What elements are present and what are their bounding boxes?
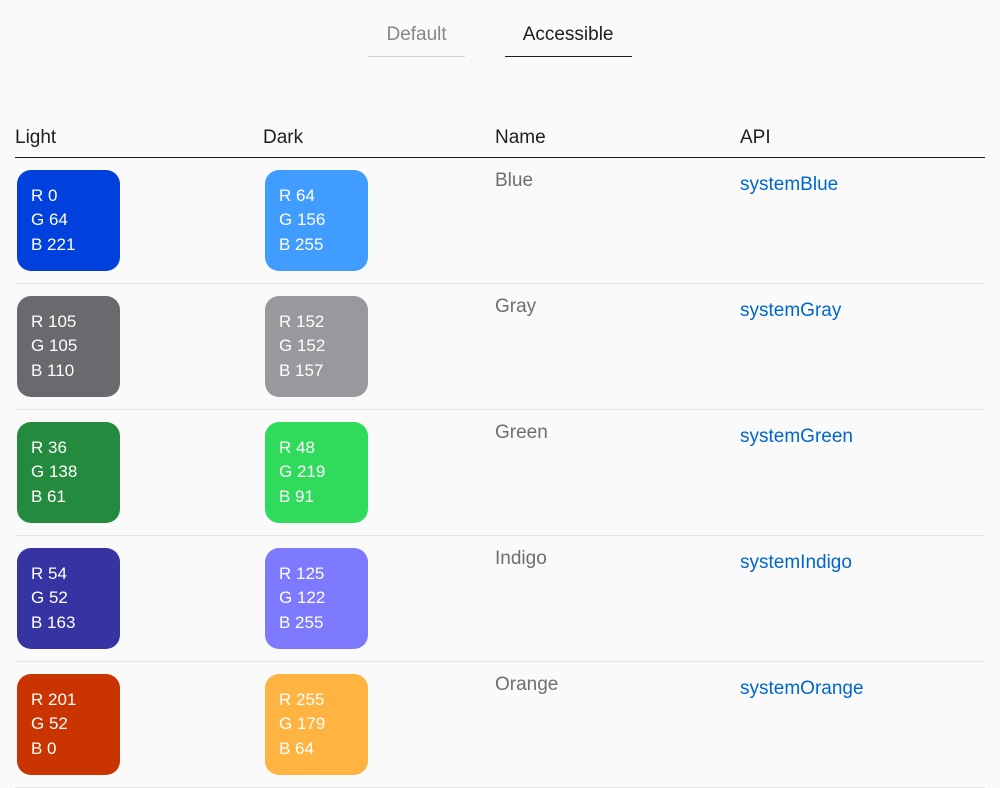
swatch-b: B 163: [31, 611, 106, 636]
color-name: Gray: [495, 292, 536, 317]
swatch-r: R 36: [31, 436, 106, 461]
swatch-g: G 52: [31, 586, 106, 611]
swatch-g: G 105: [31, 334, 106, 359]
table-row: R 201 G 52 B 0 R 255 G 179 B 64 Orange s…: [15, 662, 985, 788]
tabs: Default Accessible: [0, 0, 1000, 65]
swatch-r: R 0: [31, 184, 106, 209]
table-row: R 105 G 105 B 110 R 152 G 152 B 157 Gray…: [15, 284, 985, 410]
swatch-b: B 255: [279, 233, 354, 258]
header-name: Name: [495, 127, 740, 149]
swatch-g: G 219: [279, 460, 354, 485]
swatch-b: B 61: [31, 485, 106, 510]
swatch-r: R 201: [31, 688, 106, 713]
swatch-g: G 138: [31, 460, 106, 485]
swatch-r: R 152: [279, 310, 354, 335]
swatch-dark: R 48 G 219 B 91: [265, 422, 368, 523]
header-dark: Dark: [263, 127, 495, 149]
table-row: R 0 G 64 B 221 R 64 G 156 B 255 Blue sys…: [15, 158, 985, 284]
swatch-g: G 156: [279, 208, 354, 233]
tab-default[interactable]: Default: [368, 18, 464, 57]
swatch-b: B 91: [279, 485, 354, 510]
swatch-r: R 125: [279, 562, 354, 587]
swatch-light: R 105 G 105 B 110: [17, 296, 120, 397]
swatch-g: G 152: [279, 334, 354, 359]
color-name: Green: [495, 418, 548, 443]
swatch-b: B 255: [279, 611, 354, 636]
api-link[interactable]: systemIndigo: [740, 548, 852, 574]
table-header-row: Light Dark Name API: [15, 127, 985, 158]
swatch-g: G 179: [279, 712, 354, 737]
color-table: Light Dark Name API R 0 G 64 B 221 R 64 …: [0, 127, 1000, 788]
swatch-b: B 221: [31, 233, 106, 258]
swatch-b: B 110: [31, 359, 106, 384]
swatch-g: G 52: [31, 712, 106, 737]
swatch-light: R 201 G 52 B 0: [17, 674, 120, 775]
api-link[interactable]: systemGreen: [740, 422, 853, 448]
swatch-r: R 64: [279, 184, 354, 209]
swatch-r: R 255: [279, 688, 354, 713]
color-name: Blue: [495, 166, 533, 191]
swatch-light: R 54 G 52 B 163: [17, 548, 120, 649]
swatch-dark: R 152 G 152 B 157: [265, 296, 368, 397]
api-link[interactable]: systemBlue: [740, 170, 838, 196]
header-light: Light: [15, 127, 263, 149]
table-row: R 36 G 138 B 61 R 48 G 219 B 91 Green sy…: [15, 410, 985, 536]
swatch-b: B 0: [31, 737, 106, 762]
table-row: R 54 G 52 B 163 R 125 G 122 B 255 Indigo…: [15, 536, 985, 662]
api-link[interactable]: systemGray: [740, 296, 841, 322]
swatch-light: R 0 G 64 B 221: [17, 170, 120, 271]
header-api: API: [740, 127, 985, 149]
swatch-r: R 48: [279, 436, 354, 461]
swatch-dark: R 64 G 156 B 255: [265, 170, 368, 271]
swatch-r: R 54: [31, 562, 106, 587]
tab-accessible[interactable]: Accessible: [505, 18, 632, 57]
swatch-b: B 157: [279, 359, 354, 384]
swatch-dark: R 125 G 122 B 255: [265, 548, 368, 649]
api-link[interactable]: systemOrange: [740, 674, 864, 700]
swatch-r: R 105: [31, 310, 106, 335]
color-name: Orange: [495, 670, 558, 695]
swatch-light: R 36 G 138 B 61: [17, 422, 120, 523]
swatch-b: B 64: [279, 737, 354, 762]
swatch-g: G 122: [279, 586, 354, 611]
swatch-dark: R 255 G 179 B 64: [265, 674, 368, 775]
color-name: Indigo: [495, 544, 547, 569]
swatch-g: G 64: [31, 208, 106, 233]
